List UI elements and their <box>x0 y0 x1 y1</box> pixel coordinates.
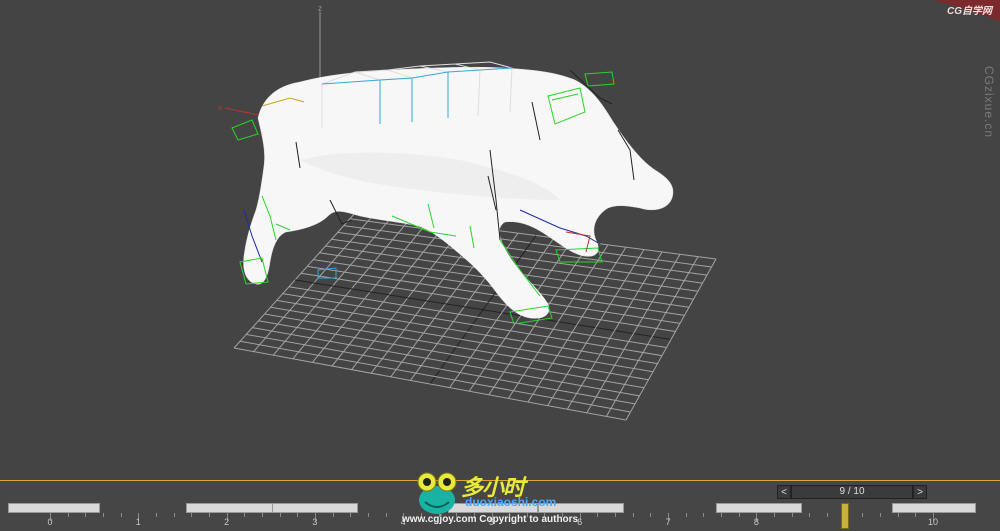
time-tick <box>191 513 193 517</box>
corner-watermark: CG自学网 <box>920 0 1000 22</box>
time-tick-label: 0 <box>47 517 53 527</box>
time-tick <box>279 513 281 517</box>
time-tick <box>350 513 352 517</box>
time-track-segment <box>8 503 100 513</box>
time-track-segment <box>272 503 358 513</box>
grid-row-line <box>246 333 636 405</box>
time-tick <box>880 513 882 517</box>
time-tick <box>915 513 917 517</box>
prev-frame-button[interactable]: < <box>777 485 791 499</box>
time-tick <box>85 513 87 517</box>
viewport[interactable]: x z CGzixue.cn CG自学网 <box>0 0 1000 480</box>
next-frame-button[interactable]: > <box>913 485 927 499</box>
time-tick-label: 7 <box>665 517 671 527</box>
side-watermark: CGzixue.cn <box>982 66 996 139</box>
time-tick-label: 2 <box>224 517 230 527</box>
time-tick-label: 1 <box>135 517 141 527</box>
time-tick <box>774 513 776 517</box>
time-tick <box>809 513 811 517</box>
copyright-text: www.cgjoy.com Copyright to authors <box>402 514 579 525</box>
grid-column-line <box>586 254 681 414</box>
time-tick <box>827 513 829 517</box>
time-track-segment <box>186 503 278 513</box>
time-tick <box>615 513 617 517</box>
time-tick <box>632 513 634 517</box>
x-axis-mark: x <box>218 103 222 112</box>
time-tick <box>703 513 705 517</box>
time-tick <box>244 513 246 517</box>
time-tick <box>261 513 263 517</box>
time-tick <box>67 513 69 517</box>
time-tick <box>155 513 157 517</box>
time-track-segment <box>892 503 976 513</box>
time-tick <box>862 513 864 517</box>
scene-canvas[interactable]: x <box>0 0 1000 480</box>
time-tick <box>208 513 210 517</box>
frame-display[interactable]: 9 / 10 <box>791 485 913 499</box>
time-tick <box>385 513 387 517</box>
time-track-segment <box>716 503 802 513</box>
time-tick <box>685 513 687 517</box>
time-tick <box>721 513 723 517</box>
time-tick <box>791 513 793 517</box>
time-tick <box>332 513 334 517</box>
logo-subtext: duoxiaoshi.com <box>465 495 557 509</box>
time-tick <box>173 513 175 517</box>
time-tick <box>120 513 122 517</box>
time-tick-label: 8 <box>753 517 759 527</box>
time-tick <box>897 513 899 517</box>
time-slider-handle[interactable] <box>840 503 849 529</box>
time-tick <box>738 513 740 517</box>
time-tick <box>102 513 104 517</box>
corner-watermark-text: CG自学网 <box>947 6 992 17</box>
time-tick-label: 10 <box>927 517 938 527</box>
pig-mesh[interactable] <box>243 66 674 319</box>
time-tick <box>297 513 299 517</box>
time-tick-label: 3 <box>312 517 318 527</box>
frame-navigator: < 9 / 10 > <box>777 485 927 499</box>
time-tick <box>367 513 369 517</box>
z-axis-label: z <box>318 4 322 13</box>
time-tick <box>650 513 652 517</box>
